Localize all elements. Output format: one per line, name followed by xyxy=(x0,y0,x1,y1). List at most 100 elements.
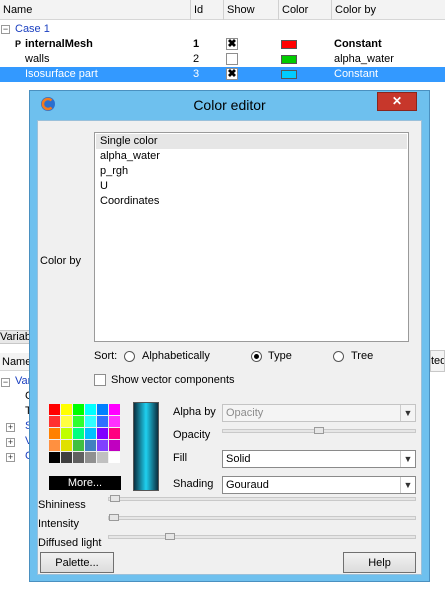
palette-swatch[interactable] xyxy=(61,428,72,439)
palette-swatch[interactable] xyxy=(61,452,72,463)
intensity-slider[interactable] xyxy=(108,514,416,521)
palette-swatch[interactable] xyxy=(97,452,108,463)
expand-icon[interactable]: + xyxy=(6,453,15,462)
palette-swatch[interactable] xyxy=(85,452,96,463)
palette-swatch[interactable] xyxy=(61,404,72,415)
collapse-icon[interactable]: − xyxy=(1,25,10,34)
tree-row-label: walls xyxy=(25,53,50,65)
palette-swatch[interactable] xyxy=(109,416,120,427)
color-by-option[interactable]: U xyxy=(96,179,407,194)
palette-swatch[interactable] xyxy=(49,440,60,451)
palette-swatch[interactable] xyxy=(49,416,60,427)
chevron-down-icon: ▼ xyxy=(400,477,415,493)
show-checkbox[interactable] xyxy=(226,53,238,65)
column-header-color-by[interactable]: Color by xyxy=(331,0,445,20)
show-checkbox[interactable]: ✖ xyxy=(226,38,238,50)
palette-swatch[interactable] xyxy=(97,428,108,439)
shading-select[interactable]: Gouraud ▼ xyxy=(222,476,416,494)
tree-row-id: 1 xyxy=(193,38,200,50)
palette-swatch[interactable] xyxy=(85,416,96,427)
palette-swatch[interactable] xyxy=(97,440,108,451)
column-header-show[interactable]: Show xyxy=(223,0,278,20)
fill-select[interactable]: Solid ▼ xyxy=(222,450,416,468)
collapse-icon[interactable]: − xyxy=(1,378,10,387)
color-swatch[interactable] xyxy=(281,40,297,49)
shading-label: Shading xyxy=(173,478,214,490)
palette-swatch[interactable] xyxy=(85,428,96,439)
color-by-option[interactable]: alpha_water xyxy=(96,149,407,164)
column-header-color[interactable]: Color xyxy=(278,0,331,20)
tree-row-label: Case 1 xyxy=(15,23,50,35)
alpha-by-value: Opacity xyxy=(226,407,264,419)
column-header-name[interactable]: Name xyxy=(0,0,190,20)
intensity-slider-thumb[interactable] xyxy=(109,514,119,521)
palette-swatch[interactable] xyxy=(109,428,120,439)
right-column-fragment: ted xyxy=(430,350,445,372)
vector-components-checkbox[interactable] xyxy=(94,374,106,386)
palette-swatch[interactable] xyxy=(109,452,120,463)
variables-item[interactable]: Var xyxy=(15,375,29,387)
diffused-light-slider-thumb[interactable] xyxy=(165,533,176,540)
palette-swatch[interactable] xyxy=(73,404,84,415)
sort-type-radio[interactable] xyxy=(251,351,262,362)
tree-row-isosurface[interactable]: Isosurface part 3 ✖ Constant xyxy=(0,67,445,82)
sort-tree-radio[interactable] xyxy=(333,351,344,362)
shininess-label: Shininess xyxy=(38,499,86,511)
palette-swatch[interactable] xyxy=(109,404,120,415)
dialog-titlebar[interactable]: Color editor ✕ xyxy=(30,91,429,118)
diffused-light-slider[interactable] xyxy=(108,533,416,540)
color-by-option[interactable]: p_rgh xyxy=(96,164,407,179)
color-by-option[interactable]: Coordinates xyxy=(96,194,407,209)
shininess-slider-thumb[interactable] xyxy=(110,495,121,502)
sort-tree-label[interactable]: Tree xyxy=(351,350,373,362)
palette-swatch[interactable] xyxy=(73,440,84,451)
tree-row-internalmesh[interactable]: P internalMesh 1 ✖ Constant xyxy=(0,37,445,52)
tree-row-walls[interactable]: walls 2 alpha_water xyxy=(0,52,445,67)
opacity-slider[interactable] xyxy=(222,427,416,434)
vector-components-label[interactable]: Show vector components xyxy=(111,374,235,386)
color-by-option[interactable]: Single color xyxy=(96,134,407,149)
palette-swatch[interactable] xyxy=(85,404,96,415)
more-colors-button[interactable]: More... xyxy=(49,476,121,490)
help-button[interactable]: Help xyxy=(343,552,416,573)
expand-icon[interactable]: + xyxy=(6,423,15,432)
tree-row-color-by: alpha_water xyxy=(334,53,394,65)
alpha-by-label: Alpha by xyxy=(173,406,216,418)
palette-swatch[interactable] xyxy=(49,404,60,415)
palette-swatch[interactable] xyxy=(109,440,120,451)
tree-row-case[interactable]: − Case 1 xyxy=(0,22,445,37)
expand-icon[interactable]: + xyxy=(6,438,15,447)
palette-swatch[interactable] xyxy=(73,416,84,427)
color-palette-grid[interactable] xyxy=(49,404,121,464)
shininess-slider[interactable] xyxy=(108,495,416,502)
alpha-by-select: Opacity ▼ xyxy=(222,404,416,422)
color-swatch[interactable] xyxy=(281,70,297,79)
column-header-id[interactable]: Id xyxy=(190,0,223,20)
sort-type-label[interactable]: Type xyxy=(268,350,292,362)
palette-swatch[interactable] xyxy=(49,452,60,463)
palette-swatch[interactable] xyxy=(73,428,84,439)
opacity-slider-thumb[interactable] xyxy=(314,427,324,434)
variables-tab[interactable]: Variab xyxy=(0,330,29,344)
palette-swatch[interactable] xyxy=(97,404,108,415)
palette-button[interactable]: Palette... xyxy=(40,552,114,573)
sort-alphabetically-radio[interactable] xyxy=(124,351,135,362)
tree-row-id: 2 xyxy=(193,53,200,65)
color-by-label: Color by xyxy=(40,255,81,267)
tree-row-color-by: Constant xyxy=(334,68,379,80)
palette-swatch[interactable] xyxy=(61,416,72,427)
color-swatch[interactable] xyxy=(281,55,297,64)
palette-swatch[interactable] xyxy=(61,440,72,451)
show-checkbox[interactable]: ✖ xyxy=(226,68,238,80)
close-button[interactable]: ✕ xyxy=(377,92,417,111)
color-by-list[interactable]: Single color alpha_water p_rgh U Coordin… xyxy=(94,132,409,342)
chevron-down-icon: ▼ xyxy=(400,451,415,467)
opacity-label: Opacity xyxy=(173,429,211,441)
palette-swatch[interactable] xyxy=(73,452,84,463)
dialog-body: Color by Single color alpha_water p_rgh … xyxy=(37,120,422,575)
sort-alphabetically-label[interactable]: Alphabetically xyxy=(142,350,210,362)
palette-swatch[interactable] xyxy=(49,428,60,439)
chevron-down-icon: ▼ xyxy=(400,405,415,421)
palette-swatch[interactable] xyxy=(85,440,96,451)
palette-swatch[interactable] xyxy=(97,416,108,427)
